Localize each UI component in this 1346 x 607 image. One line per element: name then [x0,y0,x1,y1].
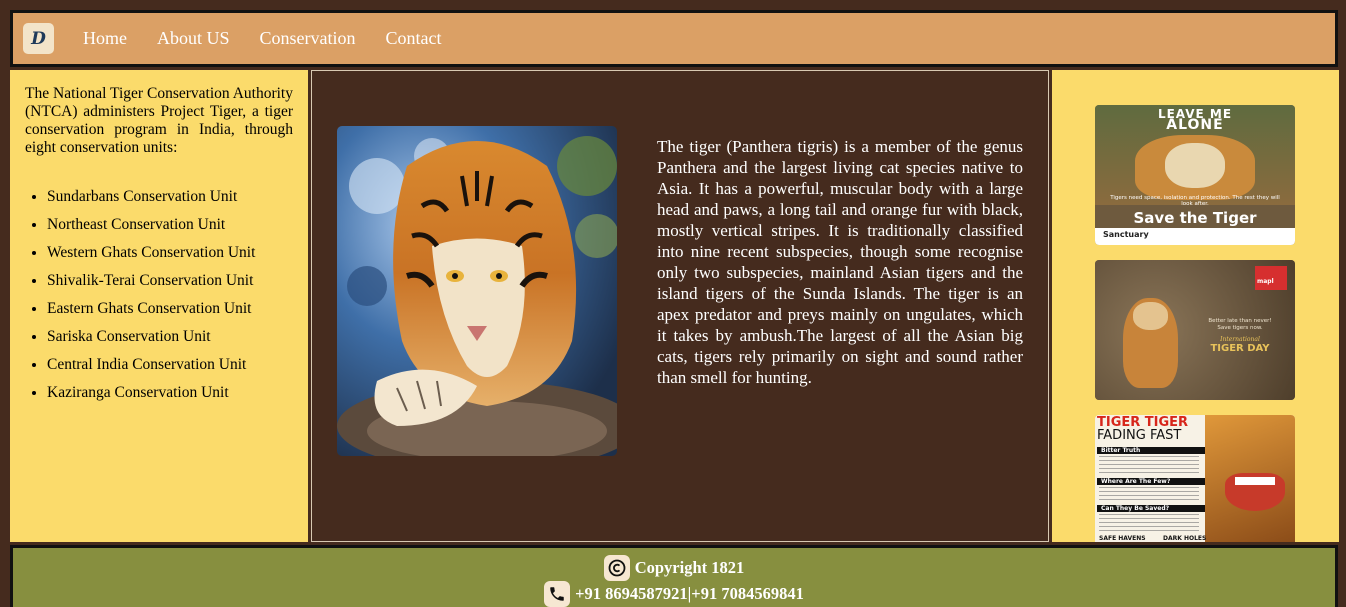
site-footer: Copyright 1821 +91 8694587921|+91 708456… [10,545,1338,607]
copyright-icon [603,555,630,581]
phone-numbers[interactable]: +91 8694587921|+91 7084569841 [575,584,804,604]
main-content: The tiger (Panthera tigris) is a member … [311,70,1049,542]
poster-title: TIGER DAY [1210,343,1270,354]
nav-about-link[interactable]: About US [157,28,230,49]
copyright-text: Copyright 1821 [634,558,745,577]
tiger-description: The tiger (Panthera tigris) is a member … [657,137,1023,387]
poster-tagline: Tigers need space, isolation and protect… [1110,195,1280,207]
conservation-units-list: Sundarbans Conservation Unit Northeast C… [25,183,293,407]
list-item: Eastern Ghats Conservation Unit [47,295,293,323]
list-item: Sariska Conservation Unit [47,323,293,351]
list-item: Kaziranga Conservation Unit [47,379,293,407]
poster-tagline-2: Save tigers now. [1217,325,1263,331]
nav-conservation-link[interactable]: Conservation [260,28,356,49]
list-item: Central India Conservation Unit [47,351,293,379]
header-bar: D Home About US Conservation Contact [10,10,1338,67]
poster-subtitle: International [1220,336,1260,343]
poster-brand: mapl [1257,278,1274,285]
nav-home-link[interactable]: Home [83,28,127,49]
tiger-fading-poster[interactable]: TIGER TIGER FADING FAST Bitter Truth Whe… [1095,415,1295,542]
poster-footer-label-2: DARK HOLES [1163,535,1207,542]
poster-heading-2: ALONE [1166,117,1224,133]
list-item: Sundarbans Conservation Unit [47,183,293,211]
conservation-units-sidebar: The National Tiger Conservation Authorit… [10,70,308,542]
save-tiger-poster[interactable]: LEAVE ME ALONE Tigers need space, isolat… [1095,105,1295,245]
tiger-day-poster[interactable]: mapl Better late than never! Save tigers… [1095,260,1295,400]
logo-glyph: D [31,28,46,49]
tiger-photo [337,126,617,456]
copyright-row: Copyright 1821 [13,555,1335,581]
ntca-intro-text: The National Tiger Conservation Authorit… [25,85,293,156]
poster-footer-label: SAFE HAVENS [1099,535,1146,542]
main-nav: Home About US Conservation Contact [83,13,472,64]
poster-subtitle: FADING FAST [1097,428,1182,443]
list-item: Shivalik-Terai Conservation Unit [47,267,293,295]
poster-section-heading: Where Are The Few? [1097,478,1205,485]
site-logo[interactable]: D [23,23,54,54]
list-item: Western Ghats Conservation Unit [47,239,293,267]
poster-brand: Sanctuary [1103,230,1149,239]
phone-icon [544,581,571,607]
poster-tagline: Better late than never! [1208,318,1272,324]
poster-section-heading: Can They Be Saved? [1097,505,1205,512]
poster-title: Save the Tiger [1133,209,1257,227]
phone-row: +91 8694587921|+91 7084569841 [13,581,1335,607]
list-item: Northeast Conservation Unit [47,211,293,239]
nav-contact-link[interactable]: Contact [386,28,442,49]
poster-section-heading: Bitter Truth [1097,447,1205,454]
posters-sidebar: LEAVE ME ALONE Tigers need space, isolat… [1052,70,1339,542]
